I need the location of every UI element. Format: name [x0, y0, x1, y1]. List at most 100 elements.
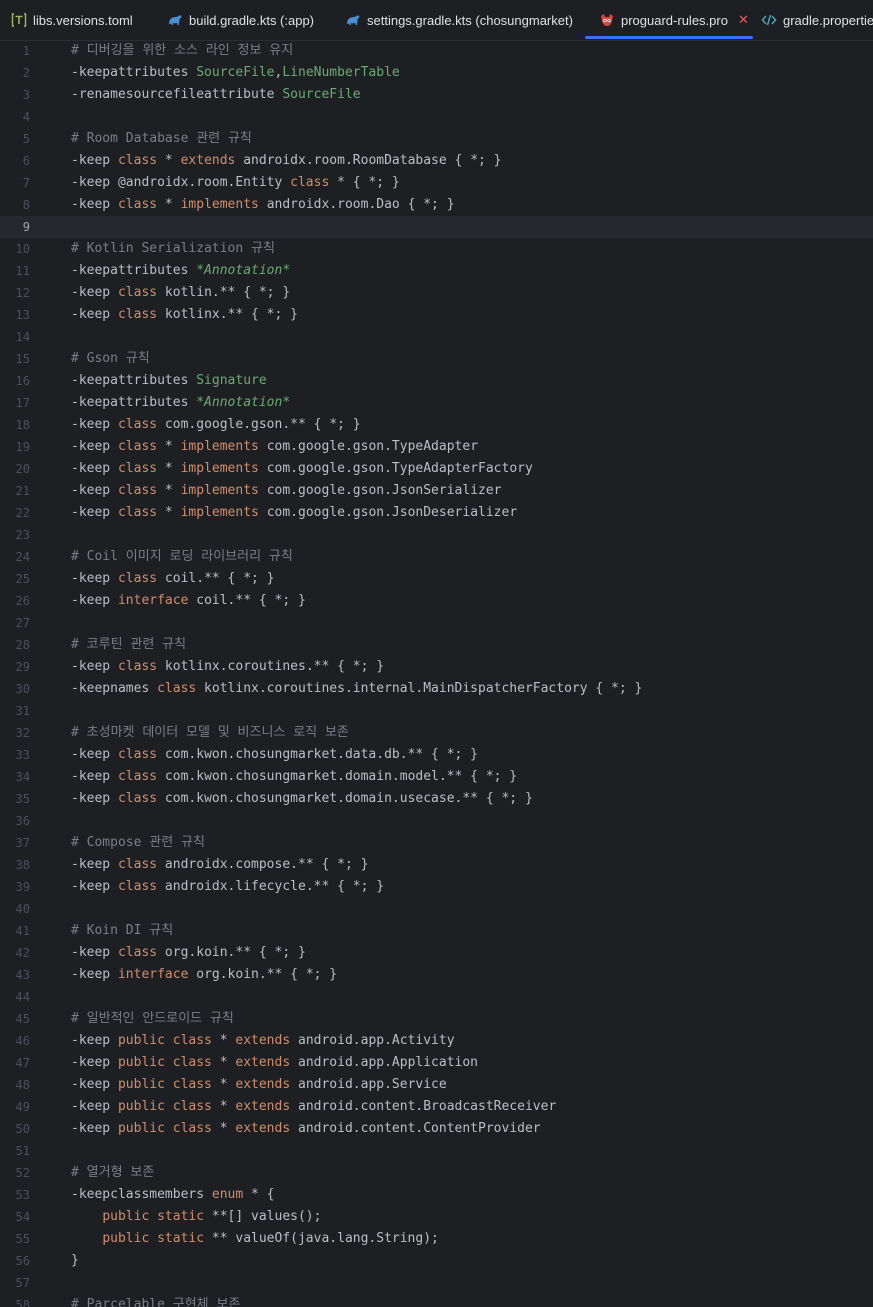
code-line[interactable]: 42 -keep class org.koin.** { *; }	[0, 942, 873, 964]
code-text: -keep class * implements androidx.room.D…	[71, 194, 455, 216]
code-line[interactable]: 17 -keepattributes *Annotation*	[0, 392, 873, 414]
code-line[interactable]: 5 # Room Database 관련 규칙	[0, 128, 873, 150]
code-line[interactable]: 20 -keep class * implements com.google.gs…	[0, 458, 873, 480]
code-token: -keep	[71, 1099, 118, 1114]
code-line[interactable]: 51	[0, 1140, 873, 1162]
code-editor[interactable]: 1 # 디버깅을 위한 소스 라인 정보 유지 2 -keepattributes S…	[0, 40, 873, 1307]
code-line[interactable]: 47 -keep public class * extends android.a…	[0, 1052, 873, 1074]
line-number: 21	[15, 484, 30, 498]
code-line[interactable]: 54 public static **[] values();	[0, 1206, 873, 1228]
code-keyword: class	[117, 417, 158, 432]
code-line[interactable]: 44	[0, 986, 873, 1008]
code-token: android.app.Service	[290, 1077, 447, 1092]
code-line[interactable]: 22 -keep class * implements com.google.gs…	[0, 502, 873, 524]
line-number: 46	[15, 1034, 30, 1048]
code-line[interactable]: 18 -keep class com.google.gson.** { *; }	[0, 414, 873, 436]
code-keyword: class	[117, 659, 158, 674]
code-line[interactable]: 48 -keep public class * extends android.a…	[0, 1074, 873, 1096]
code-line[interactable]: 53 -keepclassmembers enum * {	[0, 1184, 873, 1206]
code-line[interactable]: 55 public static ** valueOf(java.lang.St…	[0, 1228, 873, 1250]
code-line[interactable]: 52 # 열거형 보존	[0, 1162, 873, 1184]
code-line[interactable]: 41 # Koin DI 규칙	[0, 920, 873, 942]
tab-libs-versions-toml[interactable]: libs.versions.toml	[11, 0, 133, 40]
code-token: -keep	[71, 417, 118, 432]
code-line[interactable]: 19 -keep class * implements com.google.gs…	[0, 436, 873, 458]
code-line[interactable]: 32 # 초성마켓 데이터 모델 및 비즈니스 로직 보존	[0, 722, 873, 744]
code-line[interactable]: 46 -keep public class * extends android.a…	[0, 1030, 873, 1052]
code-line[interactable]: 7 -keep @androidx.room.Entity class * { *…	[0, 172, 873, 194]
line-number: 12	[15, 286, 30, 300]
code-line[interactable]: 35 -keep class com.kwon.chosungmarket.dom…	[0, 788, 873, 810]
code-comment: # 디버깅을 위한 소스 라인 정보 유지	[71, 43, 294, 58]
code-line[interactable]: 1 # 디버깅을 위한 소스 라인 정보 유지	[0, 40, 873, 62]
line-number: 34	[15, 770, 30, 784]
code-line[interactable]: 13 -keep class kotlinx.** { *; }	[0, 304, 873, 326]
code-keyword: class	[117, 747, 158, 762]
code-text: -keep public class * extends android.app…	[71, 1052, 478, 1074]
code-text: public static **[] values();	[71, 1206, 321, 1228]
code-keyword: implements	[180, 197, 259, 212]
code-line[interactable]: 3 -renamesourcefileattribute SourceFile	[0, 84, 873, 106]
code-line[interactable]: 33 -keep class com.kwon.chosungmarket.dat…	[0, 744, 873, 766]
code-line[interactable]: 8 -keep class * implements androidx.room.…	[0, 194, 873, 216]
code-text: -keep class * implements com.google.gson…	[71, 436, 478, 458]
code-keyword: extends	[180, 153, 236, 168]
code-line[interactable]: 24 # Coil 이미지 로딩 라이브러리 규칙	[0, 546, 873, 568]
code-token: org.koin.** { *; }	[157, 945, 306, 960]
code-line[interactable]: 57	[0, 1272, 873, 1294]
tab-settings-gradle-kts[interactable]: settings.gradle.kts (chosungmarket)	[345, 0, 573, 40]
code-text: -keep class * implements com.google.gson…	[71, 480, 502, 502]
code-line[interactable]: 2 -keepattributes SourceFile,LineNumberTa…	[0, 62, 873, 84]
code-token: coil.** { *; }	[157, 571, 275, 586]
tab-gradle-properties[interactable]: gradle.properties	[761, 0, 873, 40]
code-line[interactable]: 26 -keep interface coil.** { *; }	[0, 590, 873, 612]
code-token: -keep	[71, 879, 118, 894]
code-line[interactable]: 12 -keep class kotlin.** { *; }	[0, 282, 873, 304]
code-line[interactable]: 11 -keepattributes *Annotation*	[0, 260, 873, 282]
code-token: *	[211, 1099, 236, 1114]
code-line[interactable]: 6 -keep class * extends androidx.room.Roo…	[0, 150, 873, 172]
code-line[interactable]: 29 -keep class kotlinx.coroutines.** { *;…	[0, 656, 873, 678]
line-number: 15	[15, 352, 30, 366]
code-line[interactable]: 14	[0, 326, 873, 348]
code-line[interactable]: 30 -keepnames class kotlinx.coroutines.in…	[0, 678, 873, 700]
tab-proguard-rules-pro[interactable]: proguard-rules.pro ✕	[585, 0, 753, 40]
code-line[interactable]: 23	[0, 524, 873, 546]
code-line[interactable]: 43 -keep interface org.koin.** { *; }	[0, 964, 873, 986]
code-line[interactable]: 36	[0, 810, 873, 832]
code-line[interactable]: 37 # Compose 관련 규칙	[0, 832, 873, 854]
code-line[interactable]: 21 -keep class * implements com.google.gs…	[0, 480, 873, 502]
code-keyword: class	[117, 197, 158, 212]
close-tab-icon[interactable]: ✕	[738, 12, 749, 28]
code-line[interactable]: 15 # Gson 규칙	[0, 348, 873, 370]
code-line[interactable]: 28 # 코루틴 관련 규칙	[0, 634, 873, 656]
line-number: 54	[15, 1210, 30, 1224]
code-line[interactable]: 9	[0, 216, 873, 238]
line-number: 55	[15, 1232, 30, 1246]
code-line[interactable]: 4	[0, 106, 873, 128]
code-comment: # 일반적인 안드로이드 규칙	[71, 1011, 234, 1026]
code-line[interactable]: 38 -keep class androidx.compose.** { *; }	[0, 854, 873, 876]
code-line[interactable]: 49 -keep public class * extends android.c…	[0, 1096, 873, 1118]
code-line[interactable]: 39 -keep class androidx.lifecycle.** { *;…	[0, 876, 873, 898]
code-line[interactable]: 58 # Parcelable 구현체 보존	[0, 1294, 873, 1307]
code-token: * {	[243, 1187, 275, 1202]
code-line[interactable]: 56}	[0, 1250, 873, 1272]
code-line[interactable]: 10 # Kotlin Serialization 규칙	[0, 238, 873, 260]
code-token: com.google.gson.TypeAdapter	[258, 439, 479, 454]
code-line[interactable]: 50 -keep public class * extends android.c…	[0, 1118, 873, 1140]
code-text: # 코루틴 관련 규칙	[71, 634, 186, 656]
code-line[interactable]: 40	[0, 898, 873, 920]
code-attribute: SourceFile	[196, 65, 275, 80]
line-number: 57	[15, 1276, 30, 1290]
code-line[interactable]: 45 # 일반적인 안드로이드 규칙	[0, 1008, 873, 1030]
code-line[interactable]: 25 -keep class coil.** { *; }	[0, 568, 873, 590]
code-line[interactable]: 16 -keepattributes Signature	[0, 370, 873, 392]
code-line[interactable]: 31	[0, 700, 873, 722]
tab-build-gradle-kts[interactable]: build.gradle.kts (:app)	[167, 0, 314, 40]
code-line[interactable]: 27	[0, 612, 873, 634]
code-token: kotlin.** { *; }	[157, 285, 291, 300]
code-keyword: class	[117, 769, 158, 784]
code-line[interactable]: 34 -keep class com.kwon.chosungmarket.dom…	[0, 766, 873, 788]
